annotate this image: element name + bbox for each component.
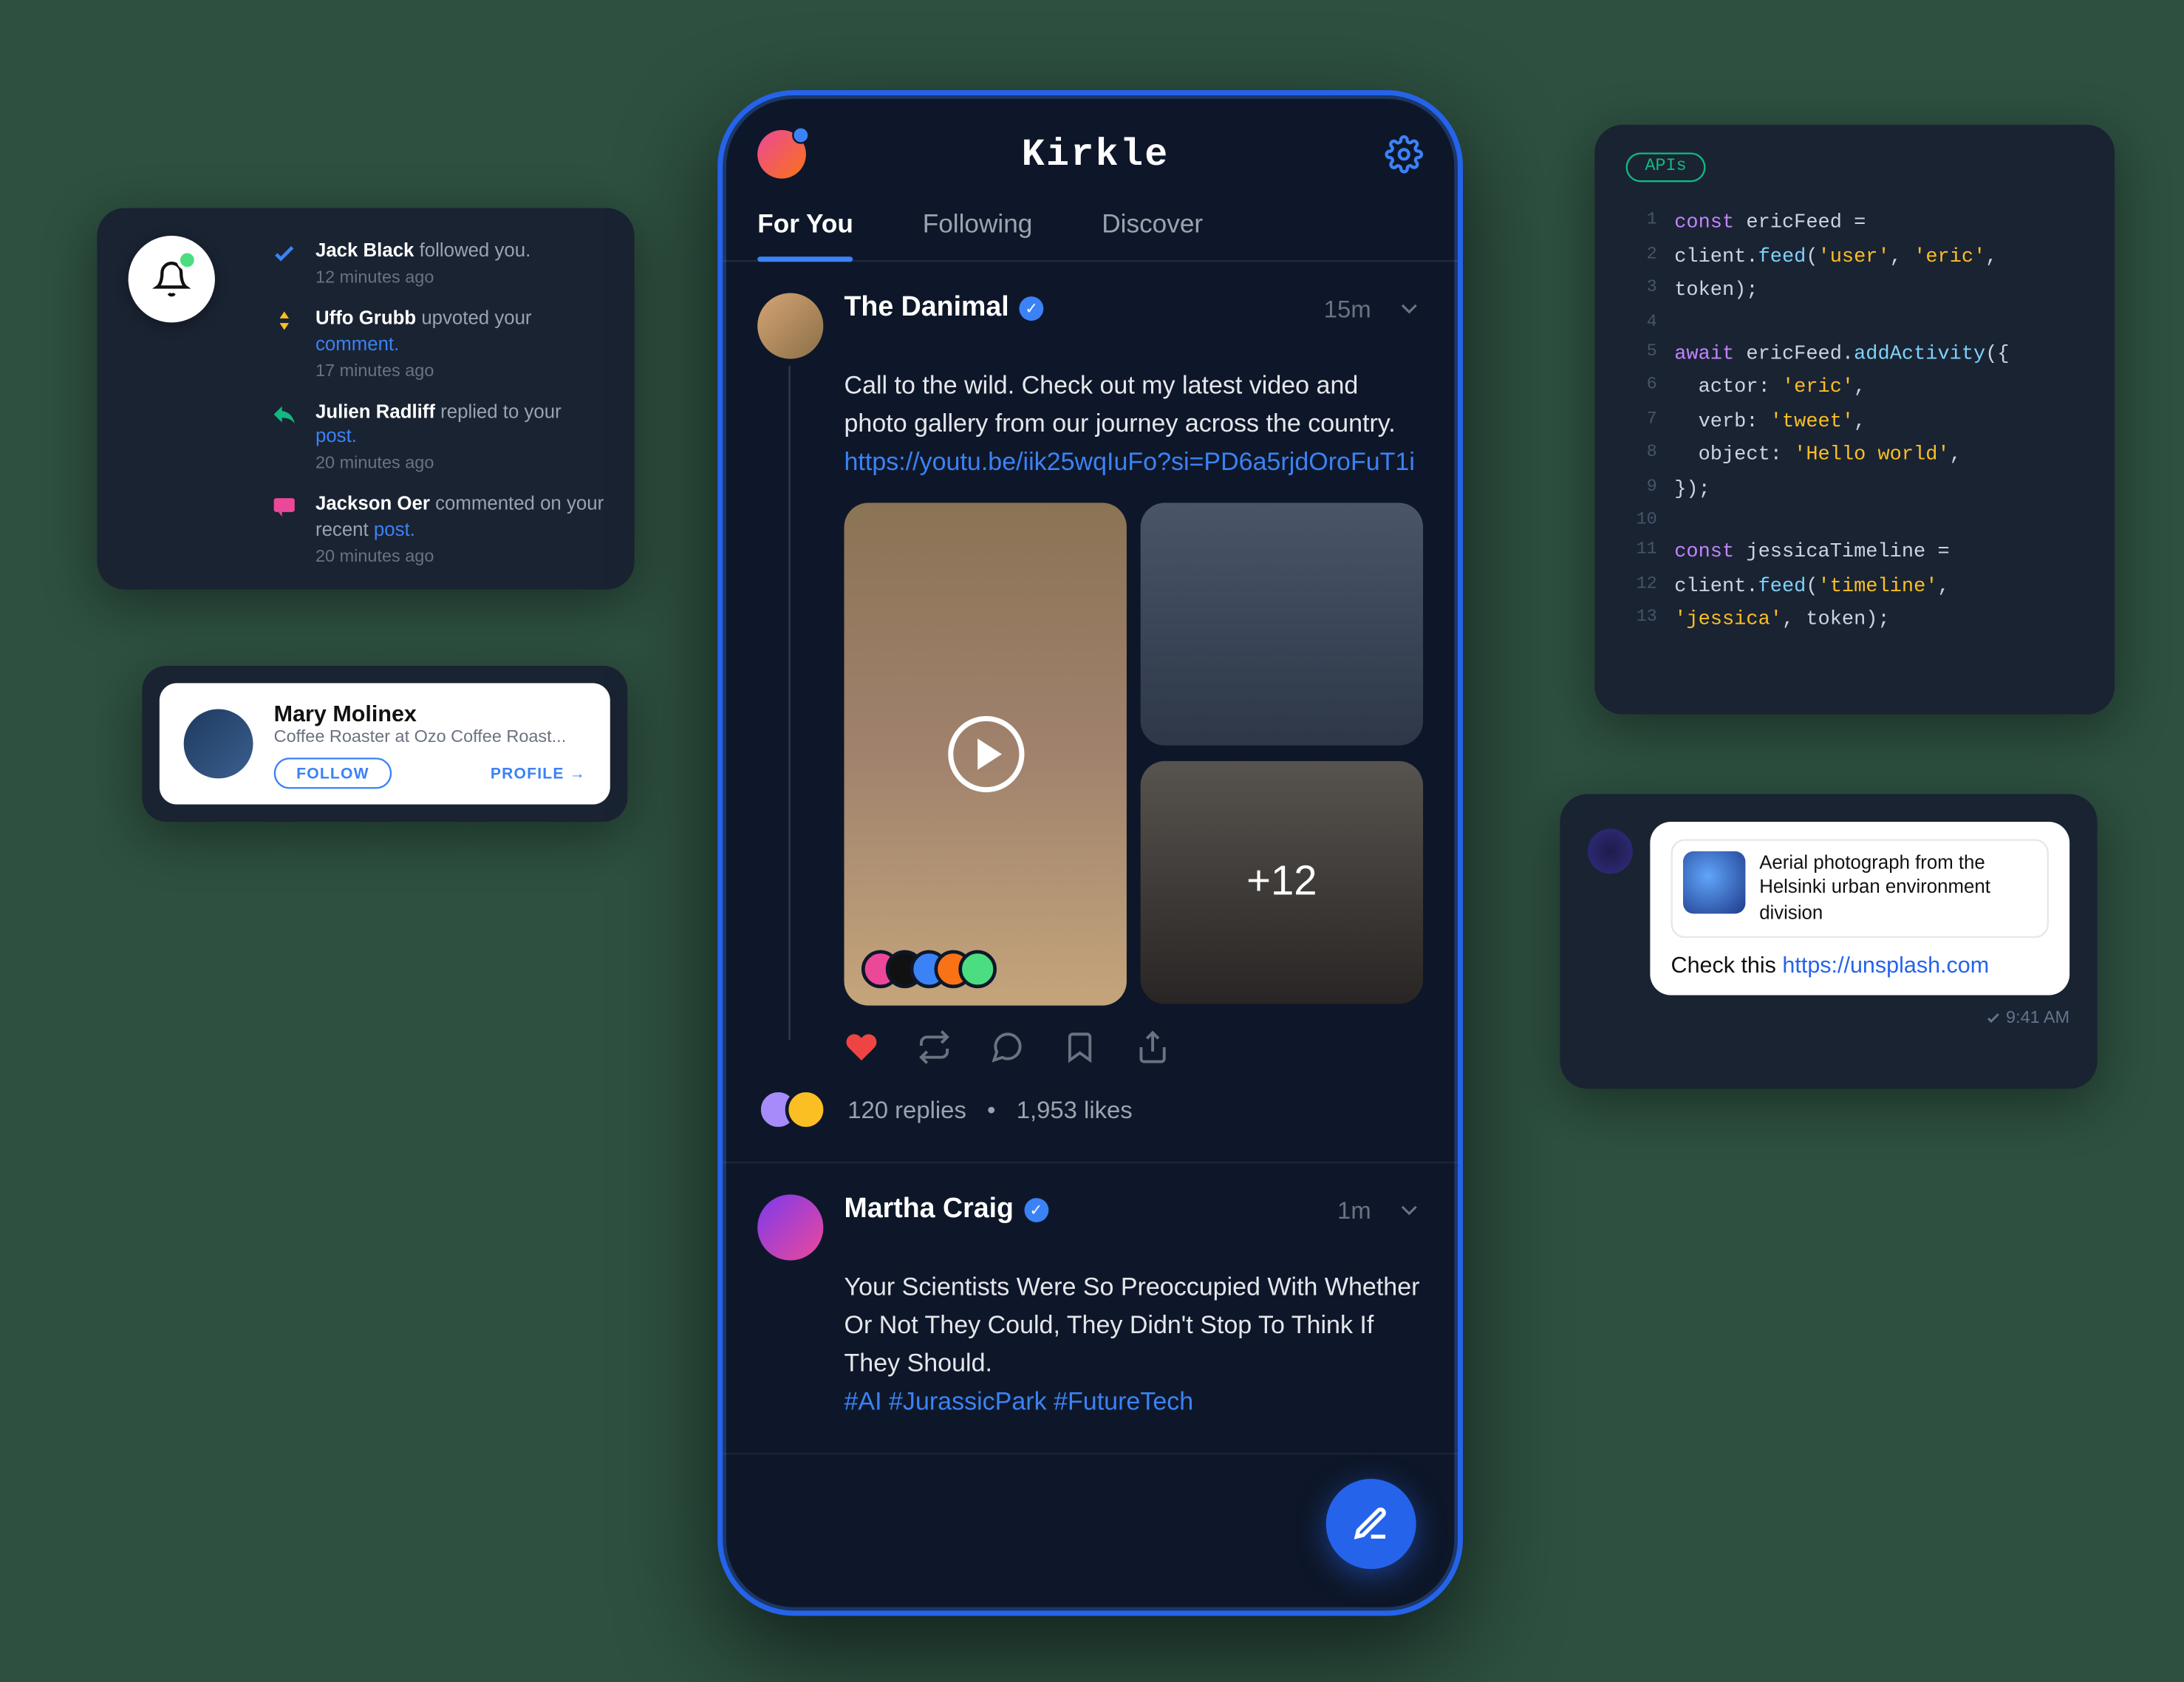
share-icon[interactable] [1136, 1030, 1170, 1065]
preview-thumbnail [1683, 851, 1745, 913]
profile-link[interactable]: PROFILE → [491, 763, 586, 780]
message-card: Aerial photograph from the Helsinki urba… [1560, 794, 2097, 1089]
post-time: 15m [1324, 295, 1371, 323]
media-more[interactable]: +12 [1141, 761, 1423, 1004]
verified-icon: ✓ [1020, 296, 1044, 321]
post-body: Your Scientists Were So Preoccupied With… [844, 1271, 1424, 1422]
feed-tabs: For You Following Discover [723, 189, 1458, 262]
post-author[interactable]: Martha Craig [844, 1195, 1014, 1226]
notification-item[interactable]: Julien Radliff replied to your post.20 m… [270, 401, 607, 476]
post-author[interactable]: The Danimal [844, 293, 1009, 324]
code-panel: APIs 1const ericFeed =2client.feed('user… [1594, 125, 2115, 715]
avatar[interactable] [757, 293, 823, 358]
message-url[interactable]: https://unsplash.com [1782, 952, 1989, 978]
tab-following[interactable]: Following [923, 210, 1033, 260]
bookmark-icon[interactable] [1062, 1030, 1097, 1065]
post-tags[interactable]: #AI #JurassicPark #FutureTech [844, 1388, 1194, 1416]
updown-icon [270, 307, 298, 336]
chevron-down-icon[interactable] [1396, 1196, 1424, 1225]
phone-mockup: Kirkle For You Following Discover The Da… [717, 90, 1463, 1615]
message-text: Check this https://unsplash.com [1671, 952, 2049, 978]
media-image[interactable] [1141, 503, 1423, 746]
notification-item[interactable]: Jack Black followed you.12 minutes ago [270, 239, 607, 290]
api-badge: APIs [1626, 152, 1706, 182]
notification-item[interactable]: Uffo Grubb upvoted your comment.17 minut… [270, 307, 607, 383]
feed-post: Martha Craig ✓ 1m Your Scientists Were S… [723, 1164, 1458, 1455]
play-icon [947, 716, 1023, 792]
media-video[interactable] [844, 503, 1127, 1006]
gear-icon[interactable] [1385, 135, 1423, 174]
repost-icon[interactable] [917, 1030, 952, 1065]
avatar[interactable] [184, 709, 253, 779]
profile-card: Mary Molinex Coffee Roaster at Ozo Coffe… [142, 666, 627, 822]
profile-subtitle: Coffee Roaster at Ozo Coffee Roast... [274, 727, 586, 746]
check-icon [1984, 1009, 2001, 1026]
viewer-avatars [861, 950, 997, 989]
profile-name: Mary Molinex [274, 700, 586, 726]
avatar[interactable] [1588, 828, 1633, 874]
comment-icon [270, 493, 298, 521]
likes-count[interactable]: 1,953 likes [1017, 1096, 1133, 1124]
reply-icon [270, 401, 298, 429]
replies-count[interactable]: 120 replies [847, 1096, 966, 1124]
check-icon [270, 239, 298, 268]
post-body: Call to the wild. Check out my latest vi… [844, 370, 1424, 483]
tab-for-you[interactable]: For You [757, 210, 853, 260]
notification-item[interactable]: Jackson Oer commented on your recent pos… [270, 493, 607, 568]
chevron-down-icon[interactable] [1396, 295, 1424, 323]
follow-button[interactable]: FOLLOW [274, 757, 392, 788]
post-actions [844, 1030, 1424, 1065]
post-url[interactable]: https://youtu.be/iik25wqIuFo?si=PD6a5rjd… [844, 448, 1415, 476]
notification-bell-icon[interactable] [129, 236, 215, 322]
comment-icon[interactable] [990, 1030, 1025, 1065]
media-gallery: +12 [844, 503, 1424, 1006]
compose-button[interactable] [1326, 1479, 1416, 1569]
heart-icon[interactable] [844, 1030, 879, 1065]
post-stats: 120 replies • 1,953 likes [757, 1089, 1423, 1131]
message-timestamp: 9:41 AM [1588, 1009, 2069, 1028]
verified-icon: ✓ [1024, 1199, 1048, 1223]
feed-post: The Danimal ✓ 15m Call to the wild. Chec… [723, 262, 1458, 1164]
link-preview[interactable]: Aerial photograph from the Helsinki urba… [1671, 839, 2049, 937]
avatar[interactable] [757, 1195, 823, 1261]
user-avatar[interactable] [757, 130, 806, 179]
message-bubble: Aerial photograph from the Helsinki urba… [1650, 822, 2069, 995]
post-time: 1m [1337, 1196, 1371, 1225]
app-title: Kirkle [1022, 132, 1170, 176]
tab-discover[interactable]: Discover [1102, 210, 1203, 260]
